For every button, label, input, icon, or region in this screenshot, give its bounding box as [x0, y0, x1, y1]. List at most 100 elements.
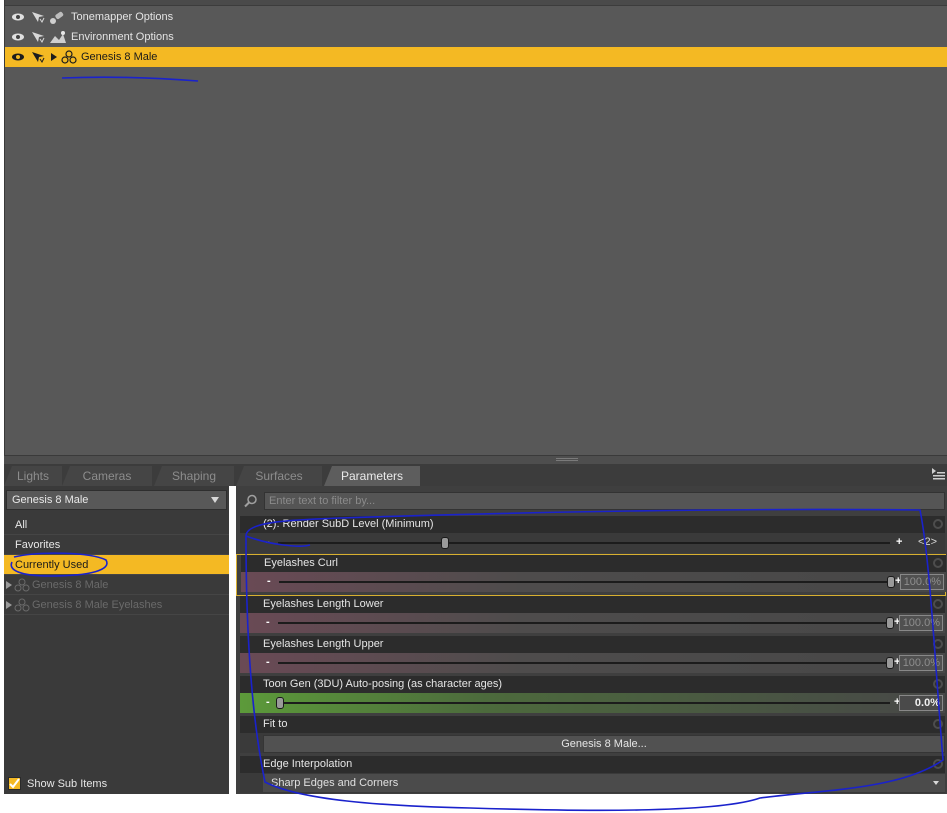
decrement-icon[interactable]: - — [267, 576, 271, 587]
param-value[interactable]: <2> — [918, 536, 937, 548]
slider-track[interactable] — [278, 662, 890, 664]
figure-icon — [14, 578, 30, 591]
slider-knob[interactable] — [886, 657, 894, 669]
selectable-cursor-icon[interactable] — [31, 11, 45, 23]
property-groups-panel: Genesis 8 Male All Favorites Currently U… — [4, 486, 229, 794]
param-slider-row: - + 100.0% — [240, 653, 945, 673]
group-item-label: Genesis 8 Male Eyelashes — [32, 598, 163, 611]
increment-icon[interactable]: + — [896, 537, 906, 548]
param-toon-gen-auto-posing: Toon Gen (3DU) Auto-posing (as character… — [236, 676, 945, 716]
param-slider-row: - + 0.0% — [240, 693, 945, 713]
parameters-list-panel: Enter text to filter by... (2): Render S… — [236, 486, 947, 794]
param-eyelashes-curl: Eyelashes Curl - + 100.0% — [236, 554, 946, 596]
group-item-genesis-8-male-eyelashes[interactable]: Genesis 8 Male Eyelashes — [4, 595, 229, 615]
tab-lights[interactable]: Lights — [4, 466, 62, 486]
chevron-down-icon — [211, 497, 219, 503]
param-label: Eyelashes Length Lower — [240, 596, 945, 613]
param-eyelashes-length-lower: Eyelashes Length Lower - + 100.0% — [236, 596, 945, 636]
gear-icon[interactable] — [933, 639, 943, 649]
tab-bar: Lights Cameras Shaping Surfaces Paramete… — [4, 464, 947, 486]
expand-arrow-icon[interactable] — [49, 52, 59, 62]
decrement-icon[interactable]: - — [266, 657, 270, 668]
group-item-currently-used[interactable]: Currently Used — [4, 555, 229, 575]
scene-pane: Tonemapper Options Environment Options G… — [4, 0, 947, 455]
param-combo-row: Sharp Edges and Corners — [240, 773, 945, 793]
group-item-label: All — [15, 518, 28, 531]
gear-icon[interactable] — [933, 519, 943, 529]
show-sub-items-label: Show Sub Items — [27, 777, 108, 790]
tab-shaping[interactable]: Shaping — [154, 466, 234, 486]
slider-track[interactable] — [278, 622, 890, 624]
slider-knob[interactable] — [276, 697, 284, 709]
scene-header-strip — [5, 0, 947, 6]
eye-icon[interactable] — [11, 32, 25, 42]
expand-arrow-icon[interactable] — [6, 600, 12, 609]
group-item-all[interactable]: All — [4, 515, 229, 535]
slider-track[interactable] — [279, 581, 891, 583]
tab-cameras[interactable]: Cameras — [62, 466, 152, 486]
gear-icon[interactable] — [933, 679, 943, 689]
param-fit-to: Fit to Genesis 8 Male... — [236, 716, 945, 756]
param-value[interactable]: 100.0% — [899, 615, 943, 631]
group-item-label: Genesis 8 Male — [32, 578, 109, 591]
tonemapper-icon — [50, 11, 64, 24]
panel-splitter[interactable] — [4, 455, 947, 464]
expand-arrow-icon[interactable] — [6, 580, 12, 589]
search-icon — [244, 494, 257, 508]
scene-row-label: Genesis 8 Male — [81, 51, 158, 63]
param-label: Eyelashes Curl — [241, 555, 946, 572]
group-item-label: Currently Used — [15, 558, 89, 571]
eye-icon[interactable] — [11, 52, 25, 62]
param-edge-interpolation: Edge Interpolation Sharp Edges and Corne… — [236, 756, 945, 794]
param-label: Fit to — [240, 716, 945, 733]
decrement-icon[interactable]: - — [266, 697, 270, 708]
filter-bar: Enter text to filter by... — [236, 490, 947, 512]
gear-icon[interactable] — [933, 599, 943, 609]
pane-menu-icon[interactable] — [931, 467, 945, 481]
edge-interpolation-select[interactable]: Sharp Edges and Corners — [263, 774, 945, 792]
slider-knob[interactable] — [440, 537, 449, 549]
param-label: Edge Interpolation — [240, 756, 945, 773]
param-slider-row: - + <2> — [240, 533, 945, 553]
selectable-cursor-icon[interactable] — [31, 51, 45, 63]
param-render-subd-level: (2): Render SubD Level (Minimum) - + <2> — [236, 516, 945, 556]
slider-track[interactable] — [278, 542, 890, 544]
group-item-genesis-8-male[interactable]: Genesis 8 Male — [4, 575, 229, 595]
figure-icon — [14, 598, 30, 611]
param-label: Toon Gen (3DU) Auto-posing (as character… — [240, 676, 945, 693]
slider-track[interactable] — [278, 702, 890, 704]
scene-row-environment[interactable]: Environment Options — [5, 27, 947, 47]
checkbox-checked-icon[interactable] — [8, 777, 21, 790]
group-item-favorites[interactable]: Favorites — [4, 535, 229, 555]
tab-surfaces[interactable]: Surfaces — [236, 466, 322, 486]
show-sub-items-checkbox[interactable]: Show Sub Items — [8, 777, 107, 790]
param-label: Eyelashes Length Upper — [240, 636, 945, 653]
eye-icon[interactable] — [11, 12, 25, 22]
param-button-row: Genesis 8 Male... — [240, 733, 945, 753]
selectable-cursor-icon[interactable] — [31, 31, 45, 43]
scene-row-label: Tonemapper Options — [71, 11, 174, 23]
param-slider-row: - + 100.0% — [241, 572, 946, 592]
scene-row-tonemapper[interactable]: Tonemapper Options — [5, 7, 947, 27]
gear-icon[interactable] — [933, 759, 943, 769]
decrement-icon[interactable]: - — [266, 617, 270, 628]
gear-icon[interactable] — [933, 558, 943, 568]
node-select-dropdown[interactable]: Genesis 8 Male — [6, 490, 227, 510]
scene-row-label: Environment Options — [71, 31, 174, 43]
param-slider-row: - + 100.0% — [240, 613, 945, 633]
fit-to-button[interactable]: Genesis 8 Male... — [263, 735, 945, 753]
param-value[interactable]: 100.0% — [900, 574, 944, 590]
gear-icon[interactable] — [933, 719, 943, 729]
param-value[interactable]: 100.0% — [899, 655, 943, 671]
param-value[interactable]: 0.0% — [899, 695, 943, 711]
scene-row-genesis-8-male[interactable]: Genesis 8 Male — [5, 47, 947, 67]
slider-knob[interactable] — [886, 617, 894, 629]
decrement-icon[interactable]: - — [266, 537, 270, 548]
node-select-value: Genesis 8 Male — [12, 494, 89, 506]
param-eyelashes-length-upper: Eyelashes Length Upper - + 100.0% — [236, 636, 945, 676]
tab-parameters[interactable]: Parameters — [324, 466, 420, 486]
splitter-grip[interactable] — [556, 458, 578, 461]
slider-knob[interactable] — [887, 576, 895, 588]
filter-input[interactable]: Enter text to filter by... — [264, 492, 945, 510]
environment-icon — [50, 31, 66, 43]
